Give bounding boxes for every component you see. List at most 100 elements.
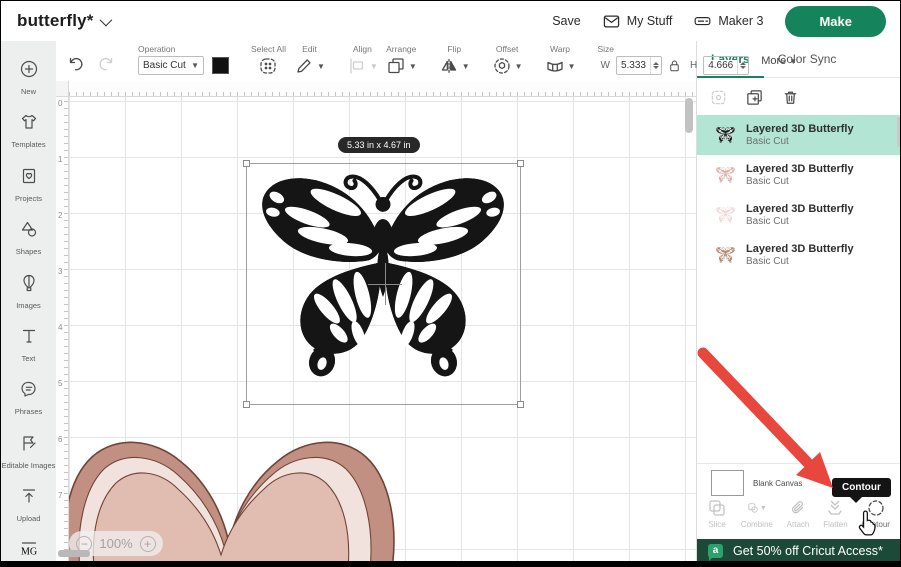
warp-button[interactable]: ▼ <box>545 56 576 76</box>
layer-item[interactable]: Layered 3D ButterflyBasic Cut <box>697 195 901 235</box>
sidebar-item-text[interactable]: Text <box>1 318 56 371</box>
header: butterfly* Save My Stuff Maker 3 Make <box>1 1 900 41</box>
undo-button[interactable] <box>66 53 86 73</box>
promo-banner[interactable]: a Get 50% off Cricut Access* <box>697 539 901 562</box>
align-icon <box>347 56 367 76</box>
ruler-number: 1 <box>58 155 62 164</box>
sidebar-item-new[interactable]: New <box>1 51 56 104</box>
action-label: Slice <box>708 520 725 529</box>
promo-text: Get 50% off Cricut Access* <box>733 544 883 558</box>
combine-icon: ▼ <box>747 498 767 518</box>
edit-button[interactable]: ▼ <box>294 56 325 76</box>
layer-actions-bar: Slice ▼Combine Attach Flatten Contour <box>697 496 901 529</box>
ruler-number: 6 <box>58 435 62 444</box>
layer-operation: Basic Cut <box>746 216 854 227</box>
operation-value: Basic Cut <box>143 60 186 71</box>
arrange-button[interactable]: ▼ <box>386 56 417 76</box>
list-scrollbar[interactable] <box>897 117 900 147</box>
resize-handle-top-left[interactable] <box>243 160 250 167</box>
sidebar-item-label: New <box>21 87 36 96</box>
caret-down-icon: ▼ <box>191 61 199 70</box>
layer-item[interactable]: Layered 3D ButterflyBasic Cut <box>697 235 901 275</box>
delete-button[interactable] <box>781 88 800 107</box>
make-button[interactable]: Make <box>785 6 886 37</box>
canvas-vertical-scrollbar[interactable] <box>685 98 693 133</box>
machine-select[interactable]: Maker 3 <box>694 14 763 29</box>
lock-icon[interactable] <box>667 58 682 73</box>
flatten-button[interactable]: Flatten <box>823 498 847 529</box>
layer-thumbnail-butterfly <box>715 246 736 265</box>
flip-button[interactable]: ▼ <box>439 56 470 76</box>
warp-icon <box>545 56 565 76</box>
sidebar-item-images[interactable]: Images <box>1 265 56 318</box>
canvas-color-swatch[interactable] <box>711 470 744 496</box>
upload-icon <box>19 486 39 511</box>
attach-button[interactable]: Attach <box>787 498 810 529</box>
ruler-corner <box>56 81 69 97</box>
sidebar-item-label: Phrases <box>15 407 43 416</box>
width-input[interactable] <box>617 60 650 71</box>
ruler-number: 3 <box>58 267 62 276</box>
action-label: Attach <box>787 520 810 529</box>
save-button[interactable]: Save <box>552 14 581 28</box>
text-icon <box>19 326 39 351</box>
plus-circle-icon <box>19 59 39 84</box>
height-input[interactable] <box>704 60 737 71</box>
combine-button[interactable]: ▼Combine <box>741 498 773 529</box>
width-input-box <box>616 56 662 75</box>
sidebar-item-projects[interactable]: Projects <box>1 158 56 211</box>
envelope-icon <box>603 14 620 29</box>
redo-button[interactable] <box>96 53 116 73</box>
pencil-icon <box>294 56 314 76</box>
canvas-horizontal-scrollbar[interactable] <box>58 550 90 557</box>
sidebar-item-label: Shapes <box>16 247 41 256</box>
caret-down-icon: ▼ <box>370 62 378 71</box>
contour-button[interactable]: Contour <box>861 498 889 529</box>
editable-icon <box>19 433 39 458</box>
offset-icon <box>492 56 512 76</box>
height-stepper[interactable] <box>737 57 748 74</box>
resize-handle-top-right[interactable] <box>517 160 524 167</box>
layer-title: Layered 3D Butterfly <box>746 123 854 135</box>
layer-title: Layered 3D Butterfly <box>746 163 854 175</box>
more-button[interactable]: More ▼ <box>755 41 803 81</box>
select-all-button[interactable] <box>258 56 278 76</box>
horizontal-ruler <box>56 81 696 97</box>
selection-box[interactable] <box>246 163 521 405</box>
resize-handle-bottom-left[interactable] <box>243 401 250 408</box>
layer-item[interactable]: Layered 3D ButterflyBasic Cut <box>697 115 901 155</box>
my-stuff-button[interactable]: My Stuff <box>603 14 673 29</box>
sidebar-item-label: Text <box>22 354 36 363</box>
zoom-in-button[interactable]: + <box>140 536 156 552</box>
sidebar-item-label: Upload <box>17 514 41 523</box>
project-title-menu[interactable]: butterfly* <box>1 11 109 31</box>
align-button[interactable]: ▼ <box>347 56 378 76</box>
resize-handle-bottom-right[interactable] <box>517 401 524 408</box>
width-stepper[interactable] <box>650 57 661 74</box>
sidebar-item-templates[interactable]: Templates <box>1 104 56 157</box>
group-select-button[interactable] <box>709 88 728 107</box>
sidebar-item-upload[interactable]: Upload <box>1 478 56 531</box>
sidebar-item-shapes[interactable]: Shapes <box>1 211 56 264</box>
tshirt-icon <box>19 112 39 137</box>
layer-thumbnail-butterfly <box>715 206 736 225</box>
more-label: More <box>761 55 786 67</box>
sidebar-item-editable-images[interactable]: Editable Images <box>1 425 56 478</box>
ruler-number: 4 <box>58 323 62 332</box>
sidebar-item-label: Templates <box>11 140 45 149</box>
offset-button[interactable]: ▼ <box>492 56 523 76</box>
sidebar-item-phrases[interactable]: Phrases <box>1 371 56 424</box>
duplicate-button[interactable] <box>745 88 764 107</box>
layer-item[interactable]: Layered 3D ButterflyBasic Cut <box>697 155 901 195</box>
caret-down-icon: ▼ <box>515 62 523 71</box>
flatten-icon <box>825 498 845 518</box>
sidebar-item-monogram[interactable]: MGMonogram <box>1 531 56 567</box>
slice-button[interactable]: Slice <box>707 498 727 529</box>
color-swatch[interactable] <box>212 57 229 74</box>
size-tooltip: 5.33 in x 4.67 in <box>338 137 420 153</box>
layer-operation: Basic Cut <box>746 136 854 147</box>
action-label: Contour <box>861 520 889 529</box>
layer-thumbnail-butterfly <box>715 126 736 145</box>
operation-select[interactable]: Basic Cut ▼ <box>138 56 204 75</box>
arrange-icon <box>386 56 406 76</box>
